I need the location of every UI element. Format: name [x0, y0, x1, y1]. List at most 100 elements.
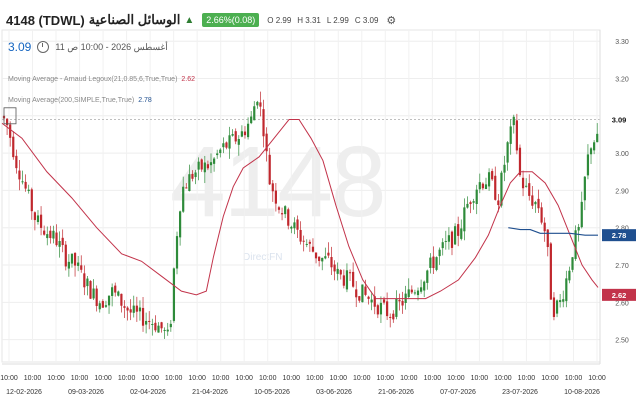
y-tick-label: 3.20: [615, 76, 629, 83]
candle-body: [92, 288, 95, 299]
candle-body: [166, 329, 169, 332]
candle-body: [444, 240, 447, 242]
candle-body: [70, 253, 74, 264]
price-time-row: 3.09 11 أغسطس 2026 - 10:00 ص: [8, 40, 168, 54]
candle-body: [36, 215, 40, 223]
candle-body: [379, 302, 383, 315]
candle-body: [296, 219, 299, 230]
candle-body: [253, 106, 256, 121]
candle-body: [287, 209, 290, 226]
x-tick-time: 10:00: [118, 375, 136, 382]
candle-body: [577, 226, 580, 231]
sma-line: [508, 227, 599, 236]
candle-body: [546, 229, 549, 248]
x-tick-time: 10:00: [235, 375, 253, 382]
candle-body: [515, 120, 518, 151]
candle-body: [528, 183, 531, 196]
high-value: H 3.31: [297, 15, 321, 25]
candle-body: [376, 305, 379, 315]
candle-body: [27, 189, 30, 192]
candle-body: [358, 296, 361, 301]
x-tick-time: 10:00: [24, 375, 42, 382]
candle-body: [503, 164, 506, 173]
candle-body: [206, 164, 210, 169]
candle-body: [212, 158, 216, 164]
candle-body: [86, 278, 89, 287]
indicator-sma[interactable]: Moving Average(200,SIMPLE,True,True) 2.78: [8, 97, 152, 104]
candle-body: [163, 329, 166, 331]
candle-body: [487, 172, 491, 187]
candle-body: [188, 174, 191, 192]
candle-body: [61, 237, 64, 246]
candle-body: [209, 162, 213, 166]
x-tick-time: 10:00: [47, 375, 65, 382]
x-tick-date: 02-04-2026: [130, 389, 166, 396]
candle-body: [342, 275, 345, 286]
x-tick-time: 10:00: [94, 375, 112, 382]
candle-body: [58, 241, 61, 247]
x-tick-date: 12-02-2026: [6, 389, 42, 396]
candle-body: [52, 230, 55, 239]
candle-body: [460, 228, 463, 239]
candle-body: [5, 118, 9, 126]
candle-body: [234, 131, 237, 142]
candle-body: [46, 234, 49, 239]
indicator-alma[interactable]: Moving Average - Arnaud Legoux(21,0.85,6…: [8, 76, 195, 83]
x-tick-time: 10:00: [447, 375, 465, 382]
candle-body: [182, 186, 185, 212]
x-tick-time: 10:00: [259, 375, 277, 382]
x-tick-time: 10:00: [282, 375, 300, 382]
candle-body: [148, 320, 151, 322]
gear-icon[interactable]: ⚙: [386, 14, 396, 27]
candle-body: [169, 323, 172, 328]
candle-body: [330, 257, 333, 268]
candle-body: [336, 268, 339, 274]
x-tick-time: 10:00: [0, 375, 18, 382]
candle-body: [95, 288, 98, 307]
clock-icon: [37, 41, 50, 53]
candle-body: [160, 322, 163, 329]
candle-body: [114, 285, 117, 293]
candle-body: [126, 307, 129, 311]
candle-body: [562, 299, 565, 302]
x-tick-date: 09-03-2026: [68, 389, 104, 396]
x-tick-time: 10:00: [212, 375, 230, 382]
candle-body: [284, 206, 287, 215]
low-value: L 2.99: [326, 15, 349, 25]
candle-body: [18, 170, 21, 180]
x-tick-time: 10:00: [424, 375, 442, 382]
candle-body: [262, 109, 265, 137]
candle-body: [259, 102, 262, 107]
x-tick-time: 10:00: [353, 375, 371, 382]
candle-body: [135, 305, 138, 312]
y-tick-label: 2.70: [615, 263, 629, 270]
candle-body: [308, 241, 311, 244]
candle-body: [435, 257, 438, 270]
candle-body: [141, 307, 145, 326]
candle-body: [333, 264, 336, 272]
x-tick-time: 10:00: [541, 375, 559, 382]
candle-body: [318, 256, 321, 261]
candle-body: [370, 299, 373, 303]
candle-body: [39, 214, 43, 228]
candle-body: [534, 202, 537, 205]
candle-body: [475, 189, 478, 205]
candle-body: [49, 230, 52, 239]
ohlc-readout: O 2.99 H 3.31 L 2.99 C 3.09: [267, 16, 378, 25]
candle-body: [123, 306, 126, 308]
candle-body: [154, 322, 157, 331]
candle-body: [441, 242, 444, 249]
candle-body: [64, 244, 67, 267]
candle-body: [194, 172, 197, 178]
candle-body: [543, 222, 546, 232]
price-chart[interactable]: 2.502.602.702.802.903.003.103.203.303.09…: [0, 0, 640, 400]
candle-body: [271, 183, 274, 192]
candle-body: [302, 240, 305, 242]
x-tick-date: 10-08-2026: [564, 389, 600, 396]
candle-body: [426, 270, 429, 283]
x-tick-time: 10:00: [377, 375, 395, 382]
candle-body: [132, 305, 135, 313]
candle-body: [457, 224, 460, 236]
symbol-label[interactable]: 4148 (TDWL): [6, 13, 85, 28]
candle-body: [145, 320, 148, 325]
